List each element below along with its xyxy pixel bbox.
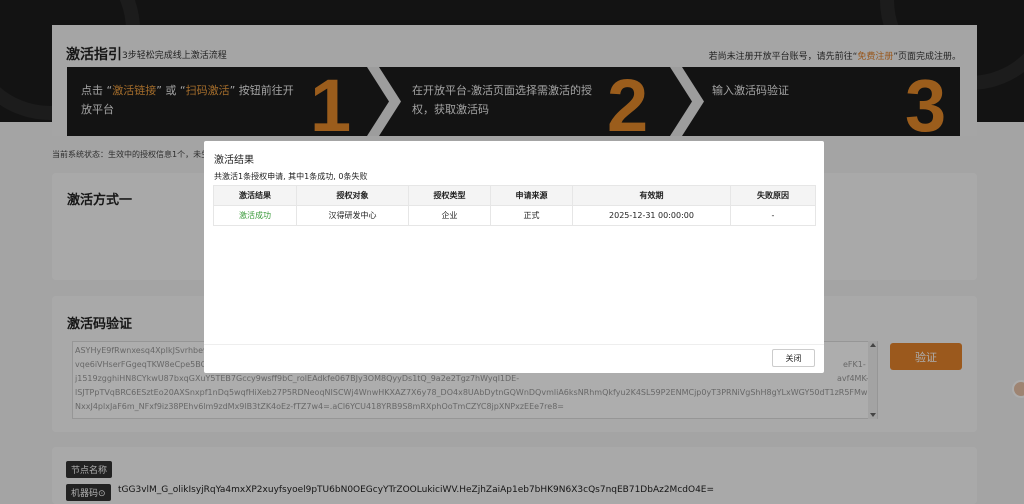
column-header: 授权对象: [296, 185, 409, 206]
auth-target: 汉得研发中心: [296, 205, 409, 226]
column-header: 有效期: [572, 185, 731, 206]
table-row: 激活成功 汉得研发中心 企业 正式 2025-12-31 00:00:00 -: [213, 205, 816, 226]
table-header-row: 激活结果 授权对象 授权类型 申请来源 有效期 失败原因: [213, 185, 816, 206]
dialog-footer-divider: [204, 344, 824, 345]
auth-type: 企业: [408, 205, 491, 226]
close-button[interactable]: 关闭: [772, 349, 815, 367]
request-source: 正式: [490, 205, 573, 226]
result-table: 激活结果 授权对象 授权类型 申请来源 有效期 失败原因 激活成功 汉得研发中心…: [213, 185, 816, 226]
validity-period: 2025-12-31 00:00:00: [572, 205, 731, 226]
result-summary: 共激活1条授权申请, 其中1条成功, 0条失败: [214, 172, 368, 181]
result-status: 激活成功: [213, 205, 297, 226]
failure-reason: -: [730, 205, 816, 226]
column-header: 授权类型: [408, 185, 491, 206]
column-header: 失败原因: [730, 185, 816, 206]
column-header: 申请来源: [490, 185, 573, 206]
column-header: 激活结果: [213, 185, 297, 206]
dialog-title: 激活结果: [214, 155, 254, 166]
activation-result-dialog: 激活结果 共激活1条授权申请, 其中1条成功, 0条失败 激活结果 授权对象 授…: [204, 141, 824, 373]
